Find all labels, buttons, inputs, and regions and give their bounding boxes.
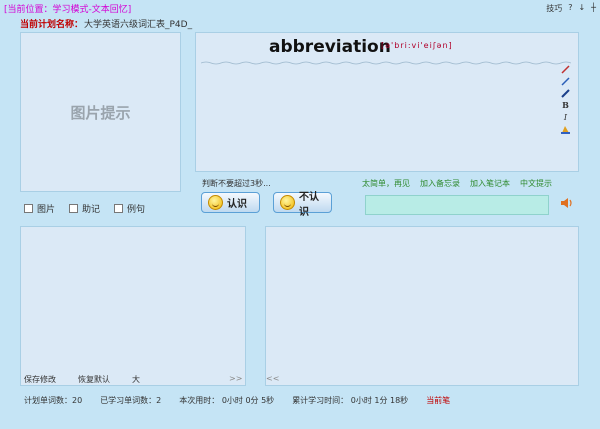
status-bar: 计划单词数：20 已学习单词数：2 本次用时： 0小时 0分 5秒 累计学习时间…	[24, 395, 450, 406]
word-panel: abbreviation [ə'bri:vi'eiʃən] B I	[195, 32, 579, 172]
pen-icon[interactable]	[561, 77, 570, 86]
judge-hint: 判断不要超过3秒...	[202, 179, 271, 188]
help-icon[interactable]: ?	[568, 3, 572, 14]
note-editor-panel[interactable]	[20, 226, 246, 386]
too-easy-link[interactable]: 太简单，再见	[362, 178, 410, 189]
know-button[interactable]: 认识	[201, 192, 260, 213]
answer-input[interactable]	[365, 195, 549, 215]
divider-line	[201, 61, 571, 65]
location-breadcrumb: [当前位置：学习模式-文本回忆]	[4, 5, 132, 15]
collapse-arrow-icon[interactable]: <<	[266, 374, 279, 383]
checkbox-label: 图片	[37, 205, 56, 215]
editor-toolbar: B I	[561, 65, 570, 134]
hint-checkboxes: 图片 助记 例句	[24, 202, 145, 215]
unknow-label: 不认识	[299, 191, 319, 218]
restore-default-button[interactable]: 恢复默认	[78, 374, 110, 385]
plan-label: 当前计划名称：	[20, 20, 84, 30]
checkbox-mnemonic[interactable]: 助记	[69, 202, 100, 215]
confused-face-icon	[280, 195, 295, 210]
checkbox-label: 助记	[82, 205, 101, 215]
checkbox-label: 例句	[127, 205, 146, 215]
checkbox-image[interactable]: 图片	[24, 202, 55, 215]
color-icon[interactable]	[561, 125, 570, 134]
current-label: 当前笔	[426, 396, 451, 405]
learned-word-count: 已学习单词数：2	[100, 396, 162, 405]
font-size-button[interactable]: 大	[132, 374, 140, 385]
chinese-hint-link[interactable]: 中文提示	[520, 178, 552, 189]
checkbox-box[interactable]	[114, 204, 124, 213]
note-actions: 保存修改 恢复默认 大	[24, 374, 140, 385]
image-hint-panel: 图片提示	[20, 32, 181, 192]
know-label: 认识	[227, 199, 247, 210]
speaker-icon[interactable]	[560, 196, 574, 210]
marker-icon[interactable]	[561, 89, 570, 98]
image-hint-text: 图片提示	[70, 103, 131, 122]
pin-icon[interactable]: ┼	[591, 3, 596, 14]
add-notebook-link[interactable]: 加入笔记本	[470, 178, 510, 189]
pencil-icon[interactable]	[561, 65, 570, 74]
unknow-button[interactable]: 不认识	[273, 192, 332, 218]
word-text: abbreviation	[269, 37, 391, 57]
minimize-icon[interactable]: ↓	[578, 3, 585, 14]
add-memo-link[interactable]: 加入备忘录	[420, 178, 460, 189]
bold-icon[interactable]: B	[561, 101, 570, 110]
italic-icon[interactable]: I	[561, 113, 570, 122]
plan-word-count: 计划单词数：20	[24, 396, 83, 405]
smile-icon	[208, 195, 223, 210]
word-actions: 太简单，再见 加入备忘录 加入笔记本 中文提示	[362, 178, 552, 189]
checkbox-box[interactable]	[69, 204, 79, 213]
checkbox-box[interactable]	[24, 204, 33, 213]
phonetic-text: [ə'bri:vi'eiʃən]	[381, 41, 453, 50]
window-controls: 技巧 ? ↓ ┼	[546, 3, 596, 14]
tips-link[interactable]: 技巧	[546, 3, 562, 14]
plan-name: 大学英语六级词汇表_P4D_	[84, 20, 193, 30]
total-time: 累计学习时间： 0小时 1分 18秒	[292, 396, 409, 405]
save-changes-button[interactable]: 保存修改	[24, 374, 56, 385]
expand-arrow-icon[interactable]: >>	[229, 374, 242, 383]
session-time: 本次用时： 0小时 0分 5秒	[179, 396, 275, 405]
info-panel	[265, 226, 579, 386]
checkbox-example[interactable]: 例句	[114, 202, 145, 215]
